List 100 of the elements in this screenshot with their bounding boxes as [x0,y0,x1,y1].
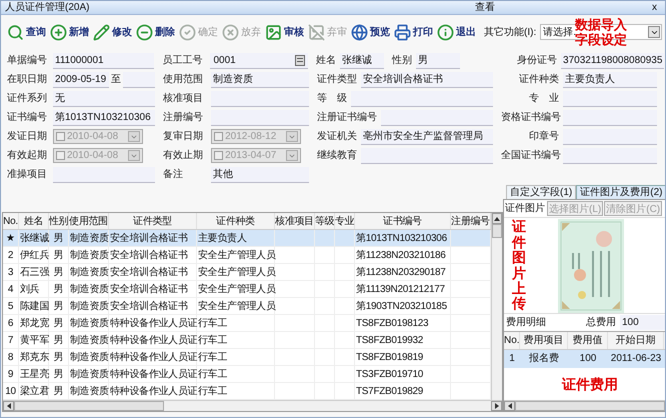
field-label: 复审日期 [163,130,204,144]
column-header[interactable]: 专业 [335,213,355,229]
row-number: 9 [3,366,19,382]
column-header[interactable]: 使用范围 [69,213,109,229]
tab[interactable]: 自定义字段(1) [506,185,576,199]
toolbar-button[interactable]: 修改 [93,24,132,40]
column-header[interactable]: 证件类型 [109,213,197,229]
table-cell: 特种设备作业人员证 [109,332,197,348]
input-field[interactable] [562,110,657,126]
table-cell: 陈建国 [19,298,49,314]
row-number: 5 [3,298,19,314]
table-cell: 特种设备作业人员证 [109,366,197,382]
column-header[interactable]: 等级 [315,213,335,229]
table-cell: 安全生产管理人员 [197,247,275,263]
section-label: 费用明细 [506,316,547,330]
table-cell: 制造资质 [69,230,109,246]
input-field[interactable] [361,148,493,164]
table-cell: 男 [49,264,69,280]
field-label: 总费用 [586,316,616,330]
input-field[interactable] [381,110,493,126]
input-field[interactable]: 制造资质 [211,72,310,88]
column-header[interactable]: 费用项目 [520,332,568,349]
table-row[interactable]: 9 王星亮 男 制造资质特种设备作业人员证行车工 TS3FZB019710 [3,366,491,383]
toolbar-button[interactable]: 删除 [136,24,175,40]
tab[interactable]: 证件图片及费用(2) [576,185,665,199]
input-field[interactable]: 111000001 [53,52,154,68]
input-field[interactable]: 第1013TN103210306 [53,110,156,126]
scrollbar[interactable] [3,400,502,411]
field-label: 继续教育 [317,148,358,163]
input-field[interactable]: 亳州市安全生产监督管理局 [361,128,493,144]
table-row[interactable]: 8 郑克东 男 制造资质特种设备作业人员证行车工 TS8FZB019819 [3,349,491,366]
toolbar-button[interactable]: 打印 [394,24,433,40]
column-header[interactable]: 姓名 [19,213,49,229]
input-field[interactable]: 男 [416,52,460,68]
input-field[interactable] [562,90,657,106]
field-label: 证书编号 [7,110,48,125]
table-row[interactable]: 7 黄平军 男 制造资质特种设备作业人员证行车工 TS8FZB019932 [3,332,491,349]
column-header[interactable]: No. [504,332,520,349]
input-field[interactable] [351,90,493,106]
table-row[interactable]: 4 刘兵 男 制造资质安全培训合格证书 安全生产管理人员 第11139N201212177 [3,281,491,298]
dropdown-icon [648,26,660,38]
input-field[interactable] [562,128,657,144]
table-row[interactable]: 5 陈建国 男 制造资质安全培训合格证书 安全生产管理人员 第1903TN203210185 [3,298,491,315]
table-row[interactable]: 6 郑龙宽 男 制造资质特种设备作业人员证行车工 TS8FZB0198123 [3,315,491,332]
toolbar-button[interactable]: 查询 [7,24,46,40]
toolbar-button[interactable]: 预览 [351,24,390,40]
table-cell: 男 [49,230,69,246]
table-row[interactable]: ★ 张继诚 男 制造资质安全培训合格证书 主要负责人 第1013TN103210306 [3,230,491,247]
toolbar-button[interactable]: 新增 [50,24,89,40]
column-header[interactable]: 核准项目 [275,213,315,229]
table-cell: 张继诚 [19,230,49,246]
table-cell: 安全培训合格证书 [109,281,197,297]
scrollbar[interactable] [504,400,665,411]
close-button[interactable]: x [648,2,661,14]
toolbar-button[interactable]: 退出 [437,24,476,40]
table-cell: 黄平军 [19,332,49,348]
column-header[interactable]: No. [3,213,19,229]
table-row[interactable]: 1 报名费 100 2011-06-23 [504,350,665,368]
input-field[interactable] [211,90,310,106]
input-field[interactable] [562,148,657,164]
input-field[interactable]: 安全培训合格证书 [361,72,493,88]
table-cell: 安全培训合格证书 [109,298,197,314]
input-field[interactable] [53,166,156,182]
table-cell: 安全培训合格证书 [109,264,197,280]
input-field[interactable]: 0001 [210,52,308,68]
checkbox-icon [56,132,65,141]
input-field[interactable]: 张继诚 [340,52,384,68]
table-cell: 制造资质 [69,366,109,382]
table-row[interactable]: 2 伊红兵 男 制造资质安全培训合格证书 安全生产管理人员 第11238N203210186 [3,247,491,264]
column-header[interactable]: 费用值 [568,332,608,349]
input-field[interactable]: 2009-05-19 [53,72,109,88]
toolbar-button[interactable]: 审核 [265,24,304,40]
input-field[interactable]: 370321198008080935 [561,52,664,68]
input-field[interactable]: 主要负责人 [562,72,657,88]
table-cell: 行车工 [197,315,275,331]
column-header[interactable]: 证书编号 [355,213,451,229]
column-header[interactable]: 开始日期 [608,332,664,349]
input-field[interactable]: 100 [620,315,665,330]
input-field[interactable] [211,110,310,126]
scrollbar[interactable] [491,213,502,400]
column-header[interactable]: 性别 [49,213,69,229]
field-label: 注册编号 [163,110,204,125]
table-cell: 第1013TN103210306 [355,230,451,246]
field-label: 等 级 [317,92,348,106]
table-cell: 特种设备作业人员证 [109,349,197,365]
input-field[interactable]: 无 [53,90,156,106]
table-cell: 制造资质 [69,264,109,280]
table-row[interactable]: 10 梁立君 男 制造资质特种设备作业人员证行车工 TS7FZB019829 [3,383,491,400]
row-number: ★ [3,230,19,246]
table-cell: 男 [49,298,69,314]
table-row[interactable]: 3 石三强 男 制造资质安全培训合格证书 安全生产管理人员 第11238N203290187 [3,264,491,281]
field-label: 印章号 [528,130,560,144]
input-field[interactable] [123,72,156,88]
table-cell: 制造资质 [69,383,109,399]
table-cell: 男 [49,281,69,297]
table-cell: 刘兵 [19,281,49,297]
row-number: 10 [3,383,19,399]
row-number: 4 [3,281,19,297]
input-field[interactable]: 其他 [211,166,310,182]
column-header[interactable]: 证件种类 [197,213,275,229]
